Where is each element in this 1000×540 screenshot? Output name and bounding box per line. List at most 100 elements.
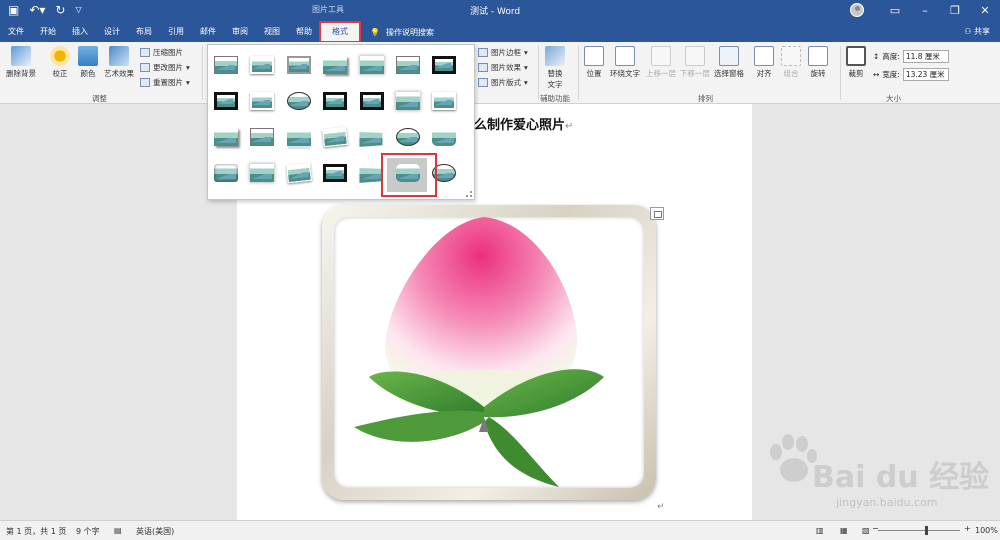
zoom-slider[interactable] [878,530,960,531]
picture-style-option[interactable] [322,126,349,148]
picture-style-option[interactable] [396,92,420,110]
divider [202,46,203,100]
picture-style-option[interactable] [250,164,275,182]
restore-icon[interactable]: ❐ [940,4,970,17]
picture-style-option[interactable] [432,128,457,146]
undo-icon[interactable]: ↶▾ [29,3,45,17]
remove-background-button[interactable]: 删除背景 [6,46,36,79]
picture-style-option[interactable] [359,127,384,147]
picture-style-option[interactable] [285,162,312,184]
compress-pictures-button[interactable]: 压缩图片 [140,47,183,58]
position-icon [584,46,604,66]
picture-frame[interactable] [322,205,656,500]
read-mode-icon[interactable]: ▥ [816,526,824,535]
artistic-effects-button[interactable]: 艺术效果 [104,46,134,79]
picture-style-option[interactable] [250,92,275,110]
picture-style-option[interactable] [396,128,420,146]
print-layout-icon[interactable]: ▦ [840,526,848,535]
ribbon-tabs: 文件 开始 插入 设计 布局 引用 邮件 审阅 视图 帮助 格式 💡 操作说明搜… [0,21,434,43]
language-indicator[interactable]: 英语(美国) [136,526,174,537]
picture-style-option[interactable] [432,56,457,74]
picture-style-option[interactable] [432,92,457,110]
picture-style-option[interactable] [359,92,384,110]
width-input[interactable]: 13.23 厘米 [902,68,949,81]
layout-options-button[interactable] [650,207,664,220]
selection-pane-icon [719,46,739,66]
picture-style-option[interactable] [286,56,311,74]
bring-forward-button[interactable]: 上移一层 [646,46,676,79]
group-button[interactable]: 组合 [781,46,801,79]
heading-text: 么制作爱心照片 [474,118,566,133]
height-input[interactable]: 11.8 厘米 [902,50,949,63]
save-icon[interactable]: ▣ [8,3,19,17]
picture-style-option[interactable] [396,56,420,74]
tab-home[interactable]: 开始 [32,22,64,42]
rotate-button[interactable]: 旋转 [808,46,828,79]
zoom-in-button[interactable]: + [964,524,971,533]
corrections-button[interactable]: 校正 [50,46,70,79]
tab-review[interactable]: 审阅 [224,22,256,42]
alt-text-button[interactable]: 替换 文字 [545,46,565,90]
zoom-level[interactable]: 100% [975,526,998,535]
customize-qat-icon[interactable]: ▽ [75,3,81,17]
reset-picture-button[interactable]: 重置图片 ▾ [140,77,190,88]
tell-me-search[interactable]: 💡 操作说明搜索 [370,27,434,38]
picture-style-option[interactable] [286,128,311,146]
style-preview-image [250,164,275,182]
style-preview-image [432,92,457,110]
word-count[interactable]: 9 个字 [76,526,100,537]
picture-style-option[interactable] [250,56,275,74]
selection-pane-button[interactable]: 选择窗格 [714,46,744,79]
ribbon-display-icon[interactable]: ▭ [880,4,910,17]
picture-style-option[interactable] [323,92,348,110]
document-heading[interactable]: 么制作爱心照片↵ [474,114,573,133]
picture-style-option[interactable] [359,56,384,74]
picture-style-option[interactable] [214,92,238,110]
picture-style-option[interactable] [323,164,348,182]
tab-view[interactable]: 视图 [256,22,288,42]
picture-effects-button[interactable]: 图片效果 ▾ [478,62,528,73]
align-button[interactable]: 对齐 [754,46,774,79]
picture-style-option[interactable] [250,128,275,146]
accessibility-group-label: 辅助功能 [540,94,570,103]
width-label: 宽度: [882,70,900,79]
send-backward-button[interactable]: 下移一层 [680,46,710,79]
picture-style-option[interactable] [214,56,238,74]
tab-mailings[interactable]: 邮件 [192,22,224,42]
picture-style-option[interactable] [214,128,238,146]
picture-layout-button[interactable]: 图片版式 ▾ [478,77,528,88]
position-button[interactable]: 位置 [584,46,604,79]
picture-style-option[interactable] [214,164,238,182]
zoom-slider-thumb[interactable] [925,526,928,535]
picture-style-option[interactable] [359,163,384,183]
style-preview-image [323,92,348,110]
tab-references[interactable]: 引用 [160,22,192,42]
redo-icon[interactable]: ↻ [55,3,65,17]
tab-design[interactable]: 设计 [96,22,128,42]
picture-style-option[interactable] [286,92,311,110]
zoom-out-button[interactable]: − [872,524,879,533]
tab-file[interactable]: 文件 [0,22,32,42]
compress-icon [140,48,150,57]
tab-format[interactable]: 格式 [319,21,361,43]
picture-style-option[interactable] [323,56,348,74]
color-button[interactable]: 颜色 [78,46,98,79]
avatar[interactable] [850,3,864,17]
remove-background-label: 删除背景 [6,69,36,78]
tab-help[interactable]: 帮助 [288,22,320,42]
web-layout-icon[interactable]: ▧ [862,526,870,535]
tab-insert[interactable]: 插入 [64,22,96,42]
gallery-resize-grip[interactable] [466,191,472,197]
share-button[interactable]: ⚇ 共享 [964,26,990,37]
crop-button[interactable]: 裁剪 [846,46,866,79]
proofing-icon[interactable]: ▤ [114,526,122,535]
wrap-text-button[interactable]: 环绕文字 [610,46,640,79]
close-icon[interactable]: ✕ [970,4,1000,17]
rotate-icon [808,46,828,66]
picture-border-button[interactable]: 图片边框 ▾ [478,47,528,58]
minimize-icon[interactable]: – [910,4,940,17]
tab-layout[interactable]: 布局 [128,22,160,42]
page-count[interactable]: 第 1 页，共 1 页 [6,526,66,537]
color-icon [78,46,98,66]
change-picture-button[interactable]: 更改图片 ▾ [140,62,190,73]
